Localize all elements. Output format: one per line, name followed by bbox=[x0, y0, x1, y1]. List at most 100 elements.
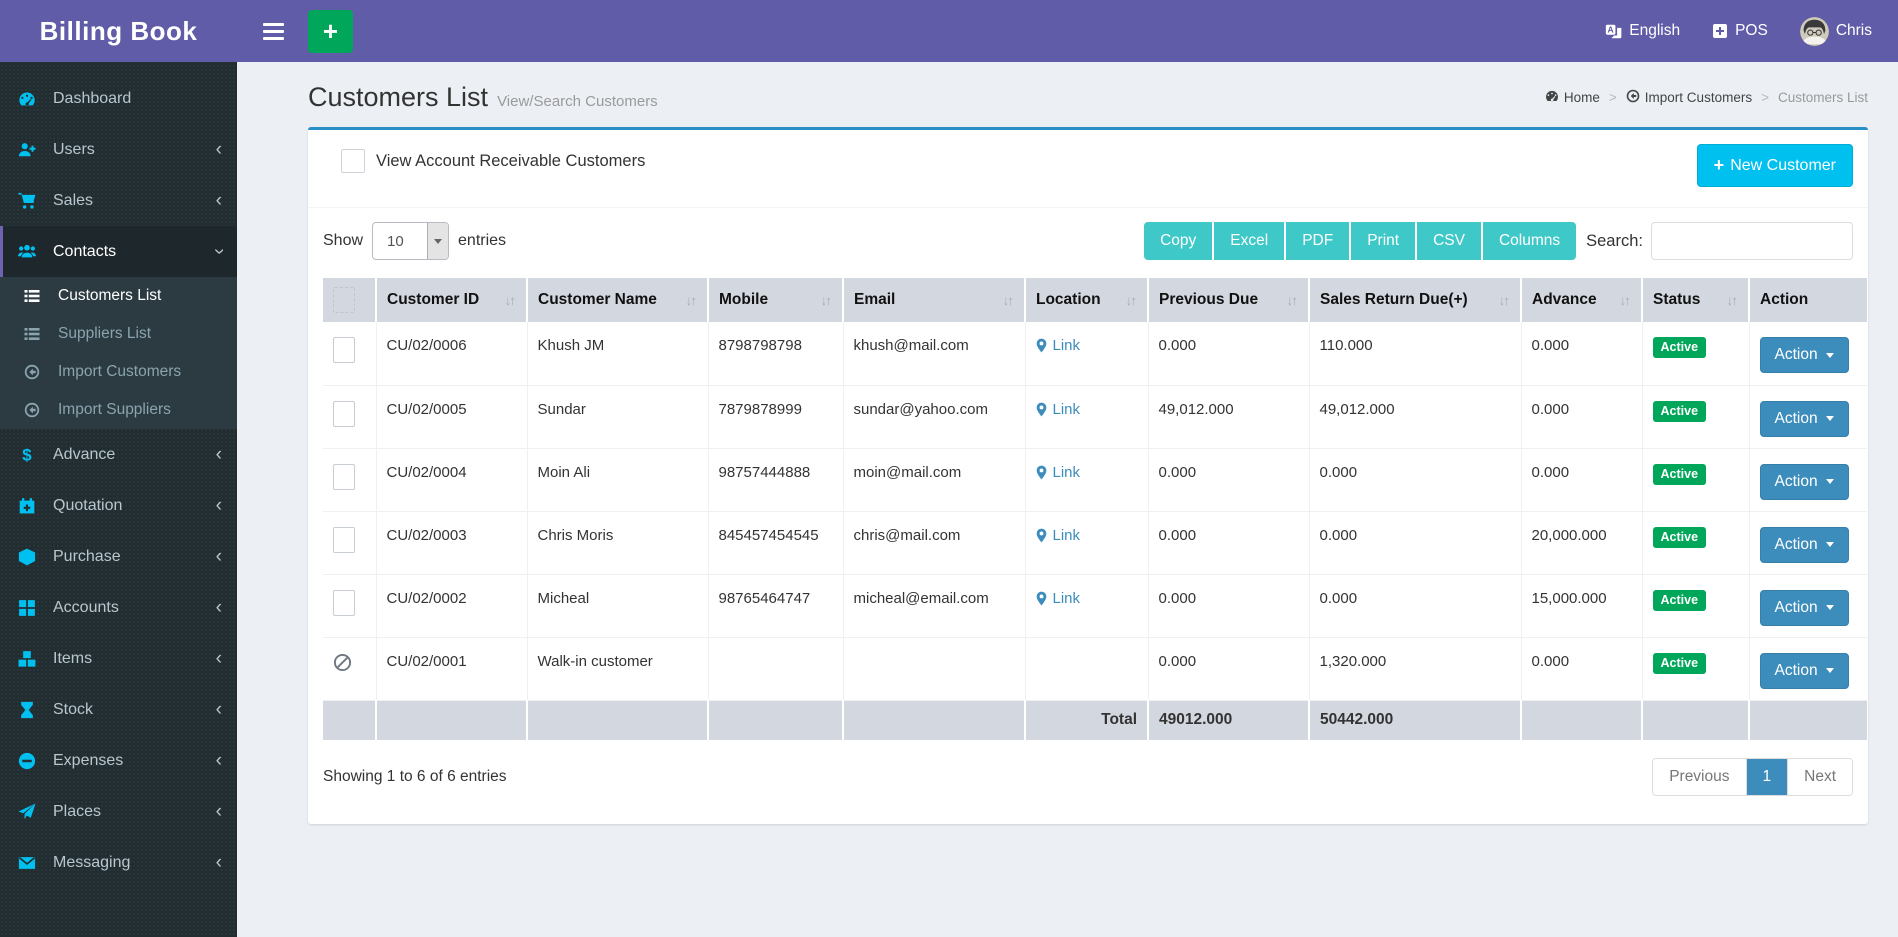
search-input[interactable] bbox=[1651, 222, 1853, 260]
column-header-mobile[interactable]: Mobile↓↑ bbox=[708, 278, 843, 322]
export-button-csv[interactable]: CSV bbox=[1417, 222, 1483, 260]
export-button-columns[interactable]: Columns bbox=[1483, 222, 1576, 260]
cell-action: Action bbox=[1749, 448, 1867, 511]
action-button[interactable]: Action bbox=[1760, 653, 1849, 689]
location-link[interactable]: Link bbox=[1036, 527, 1081, 544]
sidebar-item-messaging[interactable]: Messaging‹ bbox=[0, 837, 237, 888]
cell-advance: 0.000 bbox=[1521, 385, 1642, 448]
sidebar-subitem-import-customers[interactable]: Import Customers bbox=[0, 353, 237, 391]
cell-location: Link bbox=[1025, 448, 1148, 511]
column-header-location[interactable]: Location↓↑ bbox=[1025, 278, 1148, 322]
total-sales-return-due: 50442.000 bbox=[1309, 700, 1521, 740]
cell-email: sundar@yahoo.com bbox=[843, 385, 1025, 448]
cell-mobile: 8798798798 bbox=[708, 322, 843, 385]
action-button[interactable]: Action bbox=[1760, 464, 1849, 500]
select-all-header[interactable] bbox=[323, 278, 376, 322]
row-checkbox[interactable] bbox=[333, 590, 355, 616]
grid-icon bbox=[18, 599, 45, 617]
export-button-print[interactable]: Print bbox=[1351, 222, 1417, 260]
sidebar-item-accounts[interactable]: Accounts ‹ bbox=[0, 582, 237, 633]
hourglass-icon bbox=[18, 701, 45, 719]
total-label: Total bbox=[1025, 700, 1148, 740]
column-header-customer-name[interactable]: Customer Name↓↑ bbox=[527, 278, 708, 322]
sidebar-item-users[interactable]: Users‹ bbox=[0, 124, 237, 175]
column-header-customer-id[interactable]: Customer ID↓↑ bbox=[376, 278, 527, 322]
action-button[interactable]: Action bbox=[1760, 590, 1849, 626]
location-link[interactable]: Link bbox=[1036, 590, 1081, 607]
location-link[interactable]: Link bbox=[1036, 464, 1081, 481]
sidebar-item-label: Stock bbox=[53, 701, 93, 719]
cell-email bbox=[843, 637, 1025, 700]
column-header-previous-due[interactable]: Previous Due↓↑ bbox=[1148, 278, 1309, 322]
cell-previous-due: 0.000 bbox=[1148, 448, 1309, 511]
cell-mobile: 845457454545 bbox=[708, 511, 843, 574]
receivable-checkbox[interactable] bbox=[341, 149, 365, 173]
breadcrumb-item-import-customers[interactable]: Import Customers bbox=[1626, 89, 1752, 106]
table-total-row: Total 49012.000 50442.000 bbox=[323, 700, 1867, 740]
hamburger-menu-icon[interactable] bbox=[259, 17, 288, 46]
pagination-previous[interactable]: Previous bbox=[1653, 759, 1745, 795]
table-head: Customer ID↓↑Customer Name↓↑Mobile↓↑Emai… bbox=[323, 278, 1867, 322]
cell-advance: 0.000 bbox=[1521, 448, 1642, 511]
pagination-page-1[interactable]: 1 bbox=[1746, 759, 1788, 795]
cubes-icon bbox=[18, 650, 45, 668]
sidebar-item-sales[interactable]: Sales‹ bbox=[0, 175, 237, 226]
list-icon bbox=[24, 288, 50, 304]
column-header-label: Sales Return Due(+) bbox=[1320, 291, 1468, 309]
pos-menu[interactable]: POS bbox=[1712, 22, 1768, 40]
status-badge: Active bbox=[1653, 337, 1707, 358]
user-menu[interactable]: Chris bbox=[1800, 17, 1872, 46]
cell-previous-due: 0.000 bbox=[1148, 322, 1309, 385]
sidebar-item-places[interactable]: Places‹ bbox=[0, 786, 237, 837]
quick-add-button[interactable]: + bbox=[308, 10, 353, 53]
sidebar-item-label: Messaging bbox=[53, 854, 130, 872]
app-logo: Billing Book bbox=[0, 0, 237, 62]
list-icon bbox=[24, 326, 50, 342]
sort-icon: ↓↑ bbox=[1126, 293, 1138, 308]
sidebar-item-dashboard[interactable]: Dashboard bbox=[0, 74, 237, 124]
entries-info: Showing 1 to 6 of 6 entries bbox=[323, 768, 507, 786]
dollar-icon: $ bbox=[18, 446, 45, 464]
column-header-label: Action bbox=[1760, 291, 1808, 309]
location-link[interactable]: Link bbox=[1036, 337, 1081, 354]
action-button[interactable]: Action bbox=[1760, 527, 1849, 563]
language-menu[interactable]: A English bbox=[1605, 22, 1680, 40]
row-checkbox[interactable] bbox=[333, 337, 355, 363]
column-header-sales-return-due[interactable]: Sales Return Due(+)↓↑ bbox=[1309, 278, 1521, 322]
new-customer-button[interactable]: +New Customer bbox=[1697, 144, 1853, 187]
export-button-excel[interactable]: Excel bbox=[1214, 222, 1286, 260]
sidebar-item-items[interactable]: Items‹ bbox=[0, 633, 237, 684]
column-header-status[interactable]: Status↓↑ bbox=[1642, 278, 1749, 322]
location-link[interactable]: Link bbox=[1036, 401, 1081, 418]
export-button-pdf[interactable]: PDF bbox=[1286, 222, 1351, 260]
sidebar-subitem-customers-list[interactable]: Customers List bbox=[0, 277, 237, 315]
page-length-select[interactable]: 10 bbox=[372, 222, 449, 260]
sidebar-item-quotation[interactable]: Quotation‹ bbox=[0, 480, 237, 531]
action-button[interactable]: Action bbox=[1760, 337, 1849, 373]
sidebar-item-stock[interactable]: Stock ‹ bbox=[0, 684, 237, 735]
chevron-left-icon: ‹ bbox=[216, 598, 222, 617]
column-header-email[interactable]: Email↓↑ bbox=[843, 278, 1025, 322]
pagination-next[interactable]: Next bbox=[1787, 759, 1852, 795]
sidebar-subitem-suppliers-list[interactable]: Suppliers List bbox=[0, 315, 237, 353]
row-checkbox[interactable] bbox=[333, 527, 355, 553]
sidebar-item-label: Advance bbox=[53, 446, 115, 464]
cell-mobile: 98765464747 bbox=[708, 574, 843, 637]
row-checkbox[interactable] bbox=[333, 401, 355, 427]
sidebar-item-advance[interactable]: $Advance‹ bbox=[0, 429, 237, 480]
sidebar-item-purchase[interactable]: Purchase‹ bbox=[0, 531, 237, 582]
chevron-left-icon: ‹ bbox=[216, 700, 222, 719]
sidebar-subitem-import-suppliers[interactable]: Import Suppliers bbox=[0, 391, 237, 429]
sidebar-item-contacts[interactable]: Contacts‹ bbox=[0, 226, 237, 277]
export-button-copy[interactable]: Copy bbox=[1144, 222, 1214, 260]
sidebar-item-expenses[interactable]: Expenses‹ bbox=[0, 735, 237, 786]
row-checkbox[interactable] bbox=[333, 464, 355, 490]
column-header-label: Status bbox=[1653, 291, 1700, 309]
cell-location: Link bbox=[1025, 322, 1148, 385]
action-button[interactable]: Action bbox=[1760, 401, 1849, 437]
sort-icon: ↓↑ bbox=[1620, 293, 1632, 308]
sidebar-item-label: Accounts bbox=[53, 599, 119, 617]
select-all-checkbox[interactable] bbox=[333, 287, 355, 313]
column-header-advance[interactable]: Advance↓↑ bbox=[1521, 278, 1642, 322]
breadcrumb-item-home[interactable]: Home bbox=[1545, 89, 1600, 106]
